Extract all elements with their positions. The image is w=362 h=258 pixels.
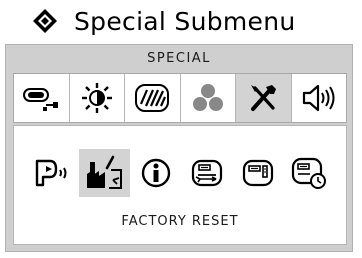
factory-reset-icon	[86, 155, 122, 189]
tab-sound[interactable]	[291, 74, 346, 122]
tools-icon	[251, 85, 277, 111]
tab-special[interactable]	[236, 74, 292, 122]
item-display-swap[interactable]	[181, 149, 232, 197]
brightness-icon	[81, 83, 112, 113]
diamond-bullet-icon	[33, 9, 57, 33]
color-dots-icon	[192, 84, 223, 111]
display-timer-icon	[291, 157, 326, 189]
submenu-content: FACTORY RESET	[13, 125, 347, 245]
screen-pattern-icon	[135, 84, 170, 112]
item-factory-reset[interactable]	[79, 149, 130, 197]
item-language[interactable]	[28, 149, 79, 197]
menu-tab-bar	[13, 73, 347, 123]
item-display-pip[interactable]	[232, 149, 283, 197]
tab-input-source[interactable]	[14, 74, 70, 122]
speaker-icon	[302, 84, 335, 112]
display-pip-icon	[242, 159, 273, 187]
item-information[interactable]	[130, 149, 181, 197]
osd-menu-panel: SPECIAL FACTORY RESET	[5, 44, 353, 252]
input-source-icon	[23, 88, 59, 111]
submenu-items	[28, 149, 334, 197]
language-voice-icon	[35, 159, 66, 187]
menu-header: SPECIAL	[147, 51, 211, 66]
tab-screen-pattern[interactable]	[125, 74, 181, 122]
tab-color[interactable]	[180, 74, 236, 122]
item-display-timer[interactable]	[283, 149, 334, 197]
selected-item-label: FACTORY RESET	[121, 214, 239, 229]
tab-brightness[interactable]	[69, 74, 125, 122]
display-swap-icon	[191, 159, 222, 187]
info-icon	[141, 158, 170, 188]
page-title: Special Submenu	[74, 6, 296, 36]
page-title-row: Special Submenu	[32, 6, 296, 36]
